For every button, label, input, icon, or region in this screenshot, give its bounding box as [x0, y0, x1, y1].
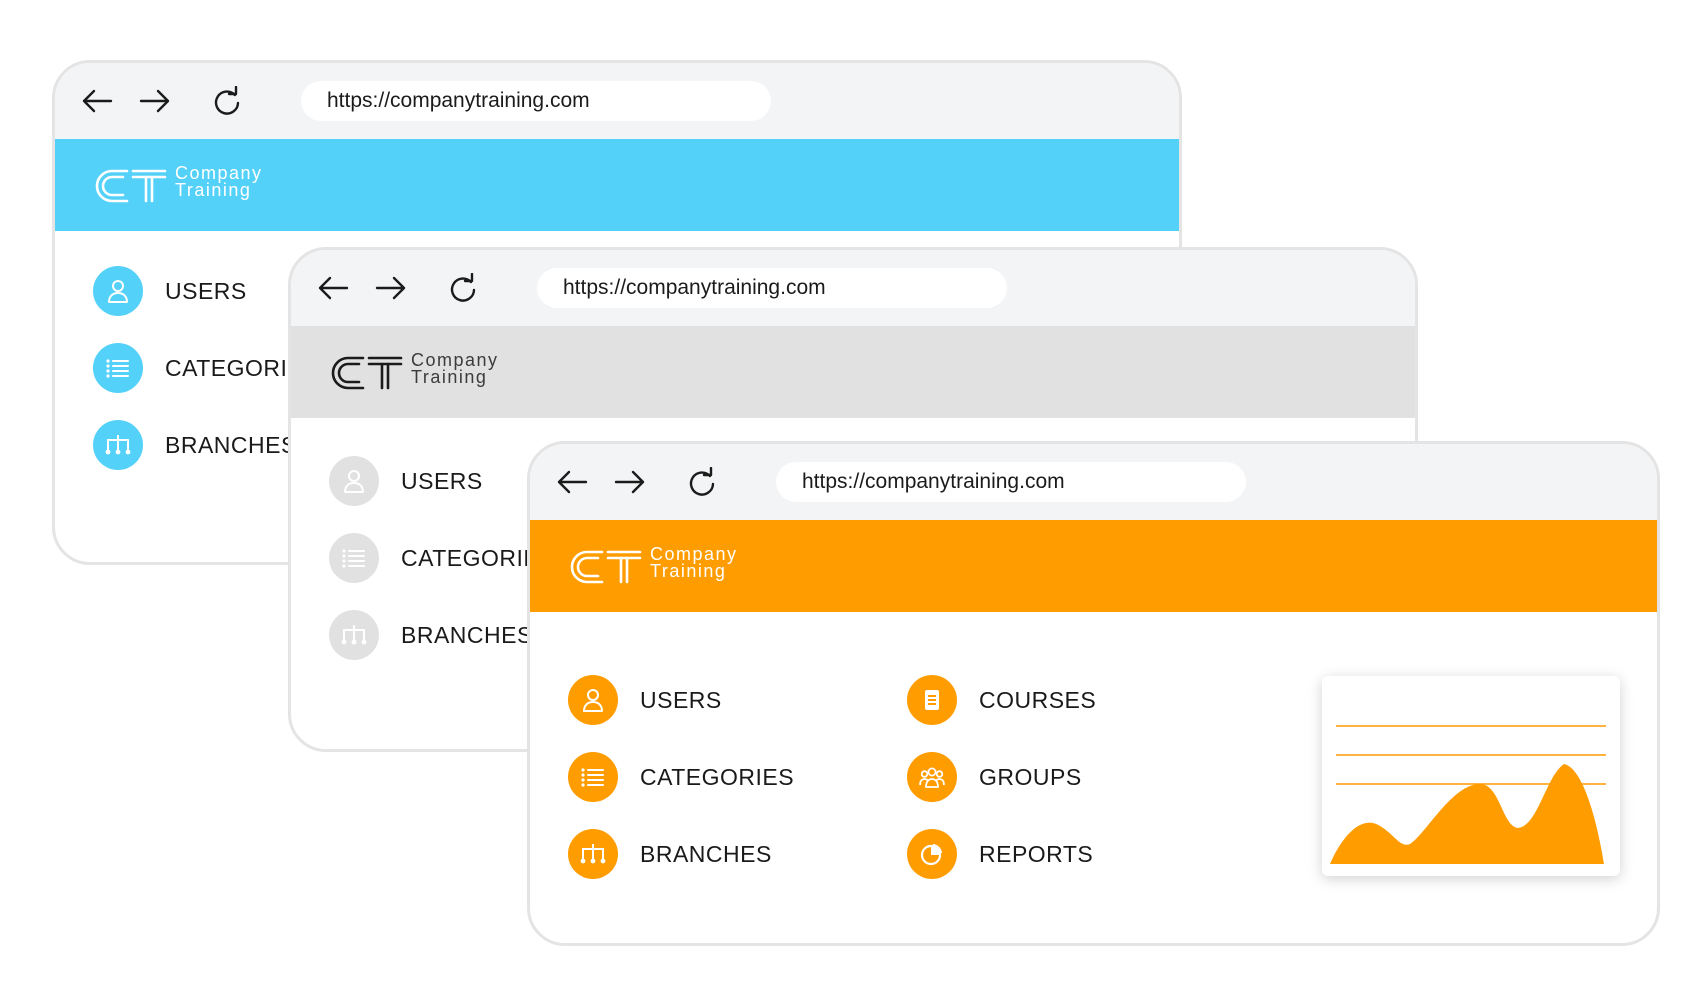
arrow-left-icon[interactable] — [313, 270, 353, 306]
menu-item-reports[interactable]: REPORTS — [907, 829, 1093, 879]
list-icon — [329, 533, 379, 583]
logo-text: Company Training — [411, 350, 499, 387]
menu-item-categories[interactable]: CATEGORIES — [93, 343, 319, 393]
reload-icon[interactable] — [682, 464, 722, 500]
app-header: Company Training — [55, 139, 1179, 231]
user-icon — [329, 456, 379, 506]
arrow-right-icon[interactable] — [610, 464, 650, 500]
app-header: Company Training — [530, 520, 1657, 612]
area-chart-graphic — [1330, 725, 1606, 864]
menu-item-branches[interactable]: BRANCHES — [93, 420, 297, 470]
list-icon — [568, 752, 618, 802]
app-header: Company Training — [291, 326, 1415, 418]
menu-item-branches[interactable]: BRANCHES — [329, 610, 533, 660]
company-training-logo — [93, 167, 167, 205]
browser-toolbar: https://companytraining.com — [530, 444, 1657, 520]
branches-icon — [329, 610, 379, 660]
company-training-logo — [329, 354, 403, 392]
arrow-right-icon[interactable] — [135, 83, 175, 119]
branches-icon — [93, 420, 143, 470]
menu-item-courses[interactable]: COURSES — [907, 675, 1096, 725]
logo-text: Company Training — [650, 544, 738, 581]
logo-text: Company Training — [175, 163, 263, 200]
address-bar[interactable]: https://companytraining.com — [776, 462, 1246, 502]
user-icon — [93, 266, 143, 316]
reload-icon[interactable] — [443, 270, 483, 306]
menu-item-groups[interactable]: GROUPS — [907, 752, 1082, 802]
address-bar[interactable]: https://companytraining.com — [537, 268, 1007, 308]
courses-icon — [907, 675, 957, 725]
menu-item-branches[interactable]: BRANCHES — [568, 829, 772, 879]
user-icon — [568, 675, 618, 725]
company-training-logo — [568, 548, 642, 586]
browser-toolbar: https://companytraining.com — [55, 63, 1179, 139]
browser-window-orange: https://companytraining.com Company Trai… — [527, 441, 1660, 946]
reload-icon[interactable] — [207, 83, 247, 119]
area-series — [1330, 764, 1604, 864]
arrow-left-icon[interactable] — [77, 83, 117, 119]
groups-icon — [907, 752, 957, 802]
menu-item-categories[interactable]: CATEGORIES — [568, 752, 794, 802]
menu-item-users[interactable]: USERS — [93, 266, 247, 316]
reports-icon — [907, 829, 957, 879]
menu-item-users[interactable]: USERS — [568, 675, 722, 725]
arrow-right-icon[interactable] — [371, 270, 411, 306]
list-icon — [93, 343, 143, 393]
address-bar[interactable]: https://companytraining.com — [301, 81, 771, 121]
branches-icon — [568, 829, 618, 879]
menu-item-categories[interactable]: CATEGORIES — [329, 533, 555, 583]
menu-item-users[interactable]: USERS — [329, 456, 483, 506]
arrow-left-icon[interactable] — [552, 464, 592, 500]
report-chart-card — [1322, 676, 1620, 876]
browser-toolbar: https://companytraining.com — [291, 250, 1415, 326]
